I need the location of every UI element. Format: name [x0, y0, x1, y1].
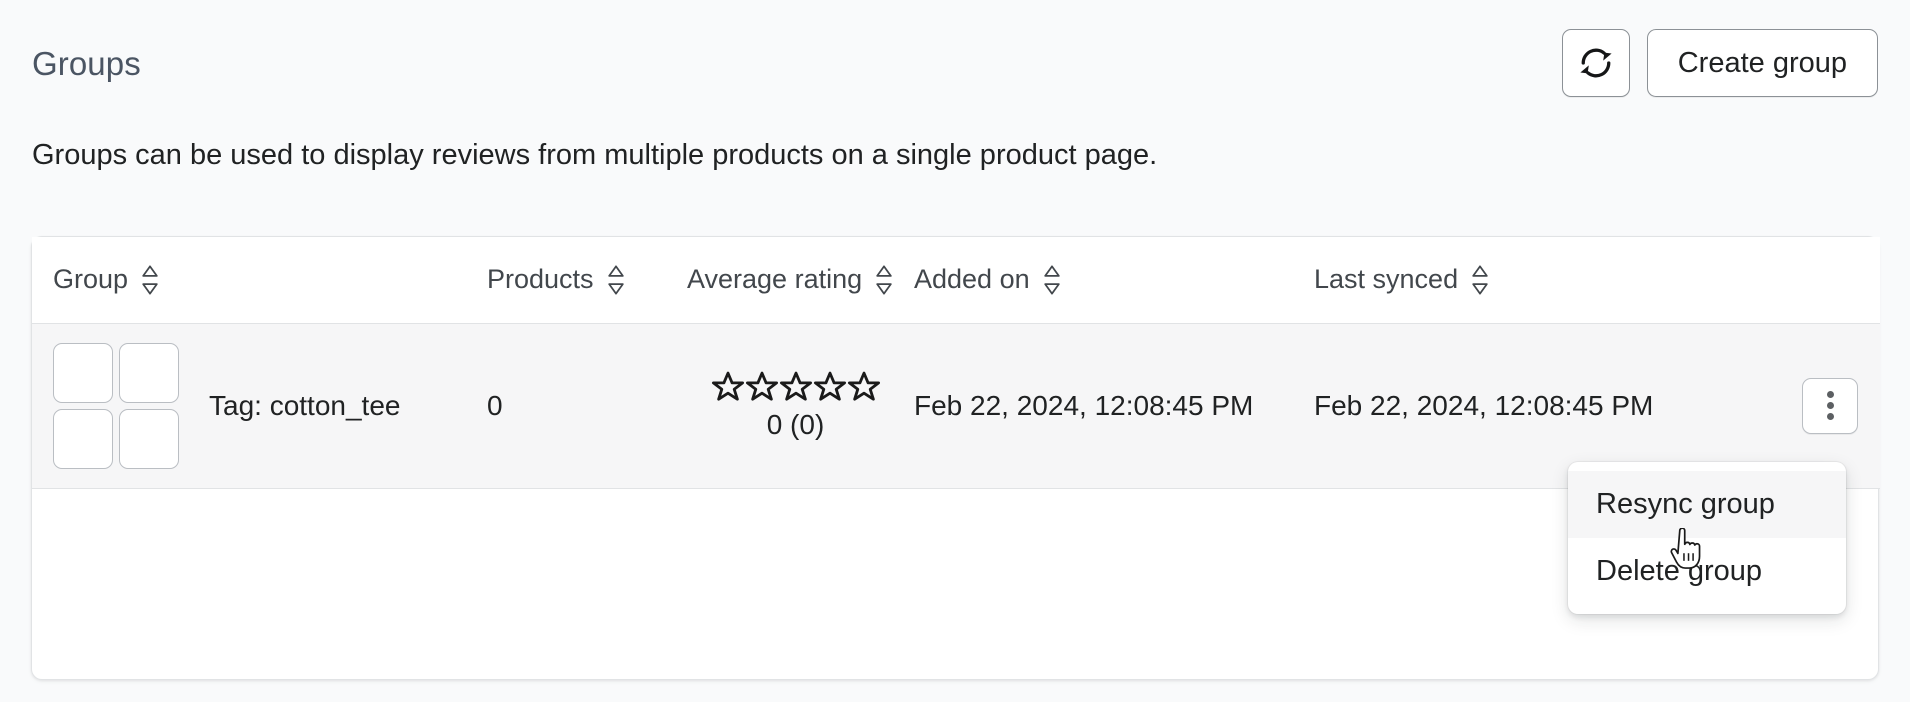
column-header-products[interactable]: Products: [487, 237, 687, 323]
star-icon: [745, 370, 779, 404]
cell-group: Tag: cotton_tee: [32, 323, 487, 488]
table-header-row: Group Products: [32, 237, 1880, 323]
star-icon: [847, 370, 881, 404]
rating-value: 0 (0): [767, 409, 825, 441]
sort-arrows-icon[interactable]: [1043, 265, 1061, 295]
column-label-last-synced: Last synced: [1314, 264, 1458, 295]
page-header: Groups Create group: [32, 30, 1878, 96]
thumbnail-placeholder: [53, 409, 113, 469]
menu-item-delete-group[interactable]: Delete group: [1568, 538, 1846, 605]
groups-page: Groups Create group Groups can be used t…: [0, 0, 1910, 702]
group-name: Tag: cotton_tee: [209, 390, 400, 422]
star-rating: [711, 370, 881, 404]
cell-products-count: 0: [487, 323, 687, 488]
table-head: Group Products: [32, 237, 1880, 323]
sync-icon: [1578, 45, 1614, 81]
column-header-actions: [1734, 237, 1880, 323]
column-header-last-synced[interactable]: Last synced: [1314, 237, 1734, 323]
sort-arrows-icon[interactable]: [141, 265, 159, 295]
cell-average-rating: 0 (0): [687, 323, 914, 488]
page-description: Groups can be used to display reviews fr…: [32, 137, 1157, 173]
create-group-button[interactable]: Create group: [1647, 29, 1878, 97]
thumbnail-placeholder: [53, 343, 113, 403]
last-synced-date: Feb 22, 2024, 12:08:45 PM: [1314, 390, 1653, 421]
column-label-added-on: Added on: [914, 264, 1030, 295]
column-header-added-on[interactable]: Added on: [914, 237, 1314, 323]
row-actions-button[interactable]: [1802, 378, 1858, 434]
added-on-date: Feb 22, 2024, 12:08:45 PM: [914, 390, 1253, 421]
sync-button[interactable]: [1562, 29, 1630, 97]
star-icon: [813, 370, 847, 404]
groups-table: Group Products: [32, 237, 1880, 489]
group-thumbnail-grid: [53, 343, 179, 469]
page-title: Groups: [32, 47, 141, 80]
column-label-average-rating: Average rating: [687, 264, 862, 295]
kebab-menu-icon: [1827, 402, 1834, 409]
column-header-group[interactable]: Group: [32, 237, 487, 323]
sort-arrows-icon[interactable]: [607, 265, 625, 295]
thumbnail-placeholder: [119, 409, 179, 469]
menu-item-resync-group[interactable]: Resync group: [1568, 471, 1846, 538]
column-header-average-rating[interactable]: Average rating: [687, 237, 914, 323]
kebab-menu-icon: [1827, 413, 1834, 420]
column-label-group: Group: [53, 264, 128, 295]
cell-added-on: Feb 22, 2024, 12:08:45 PM: [914, 323, 1314, 488]
thumbnail-placeholder: [119, 343, 179, 403]
sort-arrows-icon[interactable]: [875, 265, 893, 295]
kebab-menu-icon: [1827, 391, 1834, 398]
header-actions: Create group: [1562, 29, 1878, 97]
column-label-products: Products: [487, 264, 594, 295]
star-icon: [779, 370, 813, 404]
star-icon: [711, 370, 745, 404]
sort-arrows-icon[interactable]: [1471, 265, 1489, 295]
row-actions-dropdown: Resync group Delete group: [1568, 462, 1846, 614]
